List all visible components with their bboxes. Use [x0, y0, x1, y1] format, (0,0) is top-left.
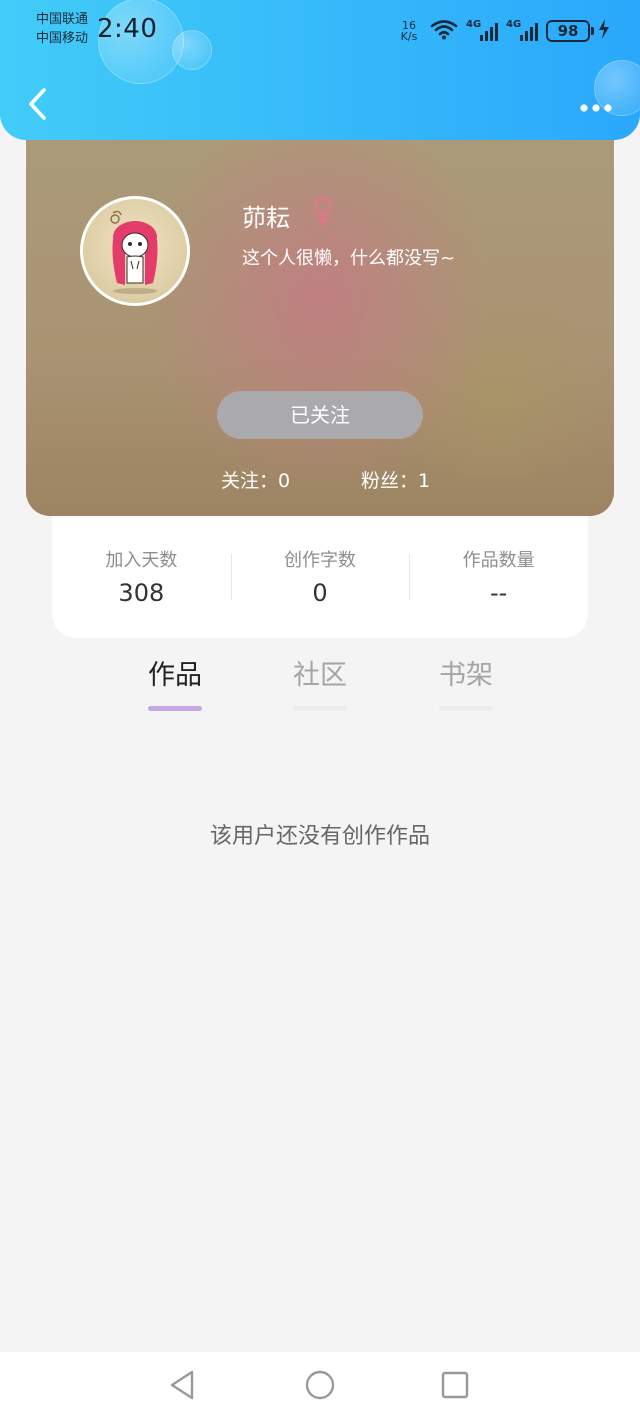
stat-value: 308	[118, 579, 165, 607]
system-nav-bar	[0, 1352, 640, 1422]
profile-username: 茆耘	[242, 204, 290, 232]
net-speed-unit: K/s	[400, 30, 418, 43]
tab-label: 书架	[439, 660, 493, 691]
tab-indicator	[293, 706, 347, 711]
followers-count[interactable]: 粉丝：1	[361, 466, 430, 493]
tab-bookshelf[interactable]: 书架	[426, 658, 506, 711]
avatar[interactable]	[80, 196, 190, 306]
stat-value: 0	[312, 579, 328, 607]
decor-bubble-small	[172, 30, 212, 70]
profile-bio: 这个人很懒，什么都没写~	[242, 248, 456, 269]
system-recents-button[interactable]	[437, 1369, 473, 1405]
back-triangle-icon	[168, 1369, 196, 1405]
avatar-illustration	[110, 210, 158, 294]
stat-value: --	[490, 579, 508, 607]
following-count[interactable]: 关注：0	[221, 466, 290, 493]
signal-icon: 4G	[466, 19, 498, 43]
system-home-button[interactable]	[302, 1369, 338, 1405]
home-circle-icon	[304, 1369, 336, 1405]
empty-state-message: 该用户还没有创作作品	[209, 824, 430, 849]
profile-card: 茆耘 这个人很懒，什么都没写~ 已关注 关注：0 粉丝：1	[26, 120, 614, 516]
app-header: 中国联通 中国移动 2:40 16 K/s 4G 4G 98	[0, 0, 640, 140]
signal-2-label: 4G	[506, 19, 522, 30]
back-button[interactable]	[20, 86, 54, 126]
stat-word-count: 创作字数 0	[230, 516, 410, 638]
carrier-2: 中国移动	[36, 31, 89, 46]
recents-square-icon	[440, 1370, 470, 1404]
tab-works[interactable]: 作品	[135, 658, 215, 711]
stat-label: 作品数量	[462, 550, 535, 571]
carrier-1: 中国联通	[36, 12, 89, 27]
carrier-info: 中国联通 中国移动	[36, 10, 88, 48]
system-back-button[interactable]	[164, 1369, 200, 1405]
tab-indicator	[148, 706, 202, 711]
battery-icon: 98	[546, 20, 594, 42]
chevron-left-icon	[26, 87, 48, 125]
net-speed: 16 K/s	[396, 20, 422, 42]
stat-join-days: 加入天数 308	[52, 516, 231, 638]
tab-indicator	[439, 706, 493, 711]
tab-label: 社区	[293, 660, 347, 691]
stat-label: 创作字数	[284, 550, 356, 571]
wifi-icon	[430, 18, 458, 44]
more-dots-icon	[579, 98, 613, 117]
signal-icon: 4G	[506, 19, 538, 43]
stats-card: 加入天数 308 创作字数 0 作品数量 --	[52, 516, 588, 638]
charging-icon	[598, 18, 610, 44]
status-icons: 16 K/s 4G 4G 98	[396, 14, 610, 48]
female-icon	[312, 196, 334, 228]
more-button[interactable]	[576, 92, 616, 122]
tab-community[interactable]: 社区	[280, 658, 360, 711]
following-button[interactable]: 已关注	[217, 391, 423, 439]
stat-works-count: 作品数量 --	[409, 516, 588, 638]
battery-level: 98	[557, 22, 579, 40]
tab-label: 作品	[148, 660, 202, 691]
stat-label: 加入天数	[105, 550, 178, 571]
status-time: 2:40	[97, 14, 158, 44]
signal-1-label: 4G	[466, 19, 482, 30]
